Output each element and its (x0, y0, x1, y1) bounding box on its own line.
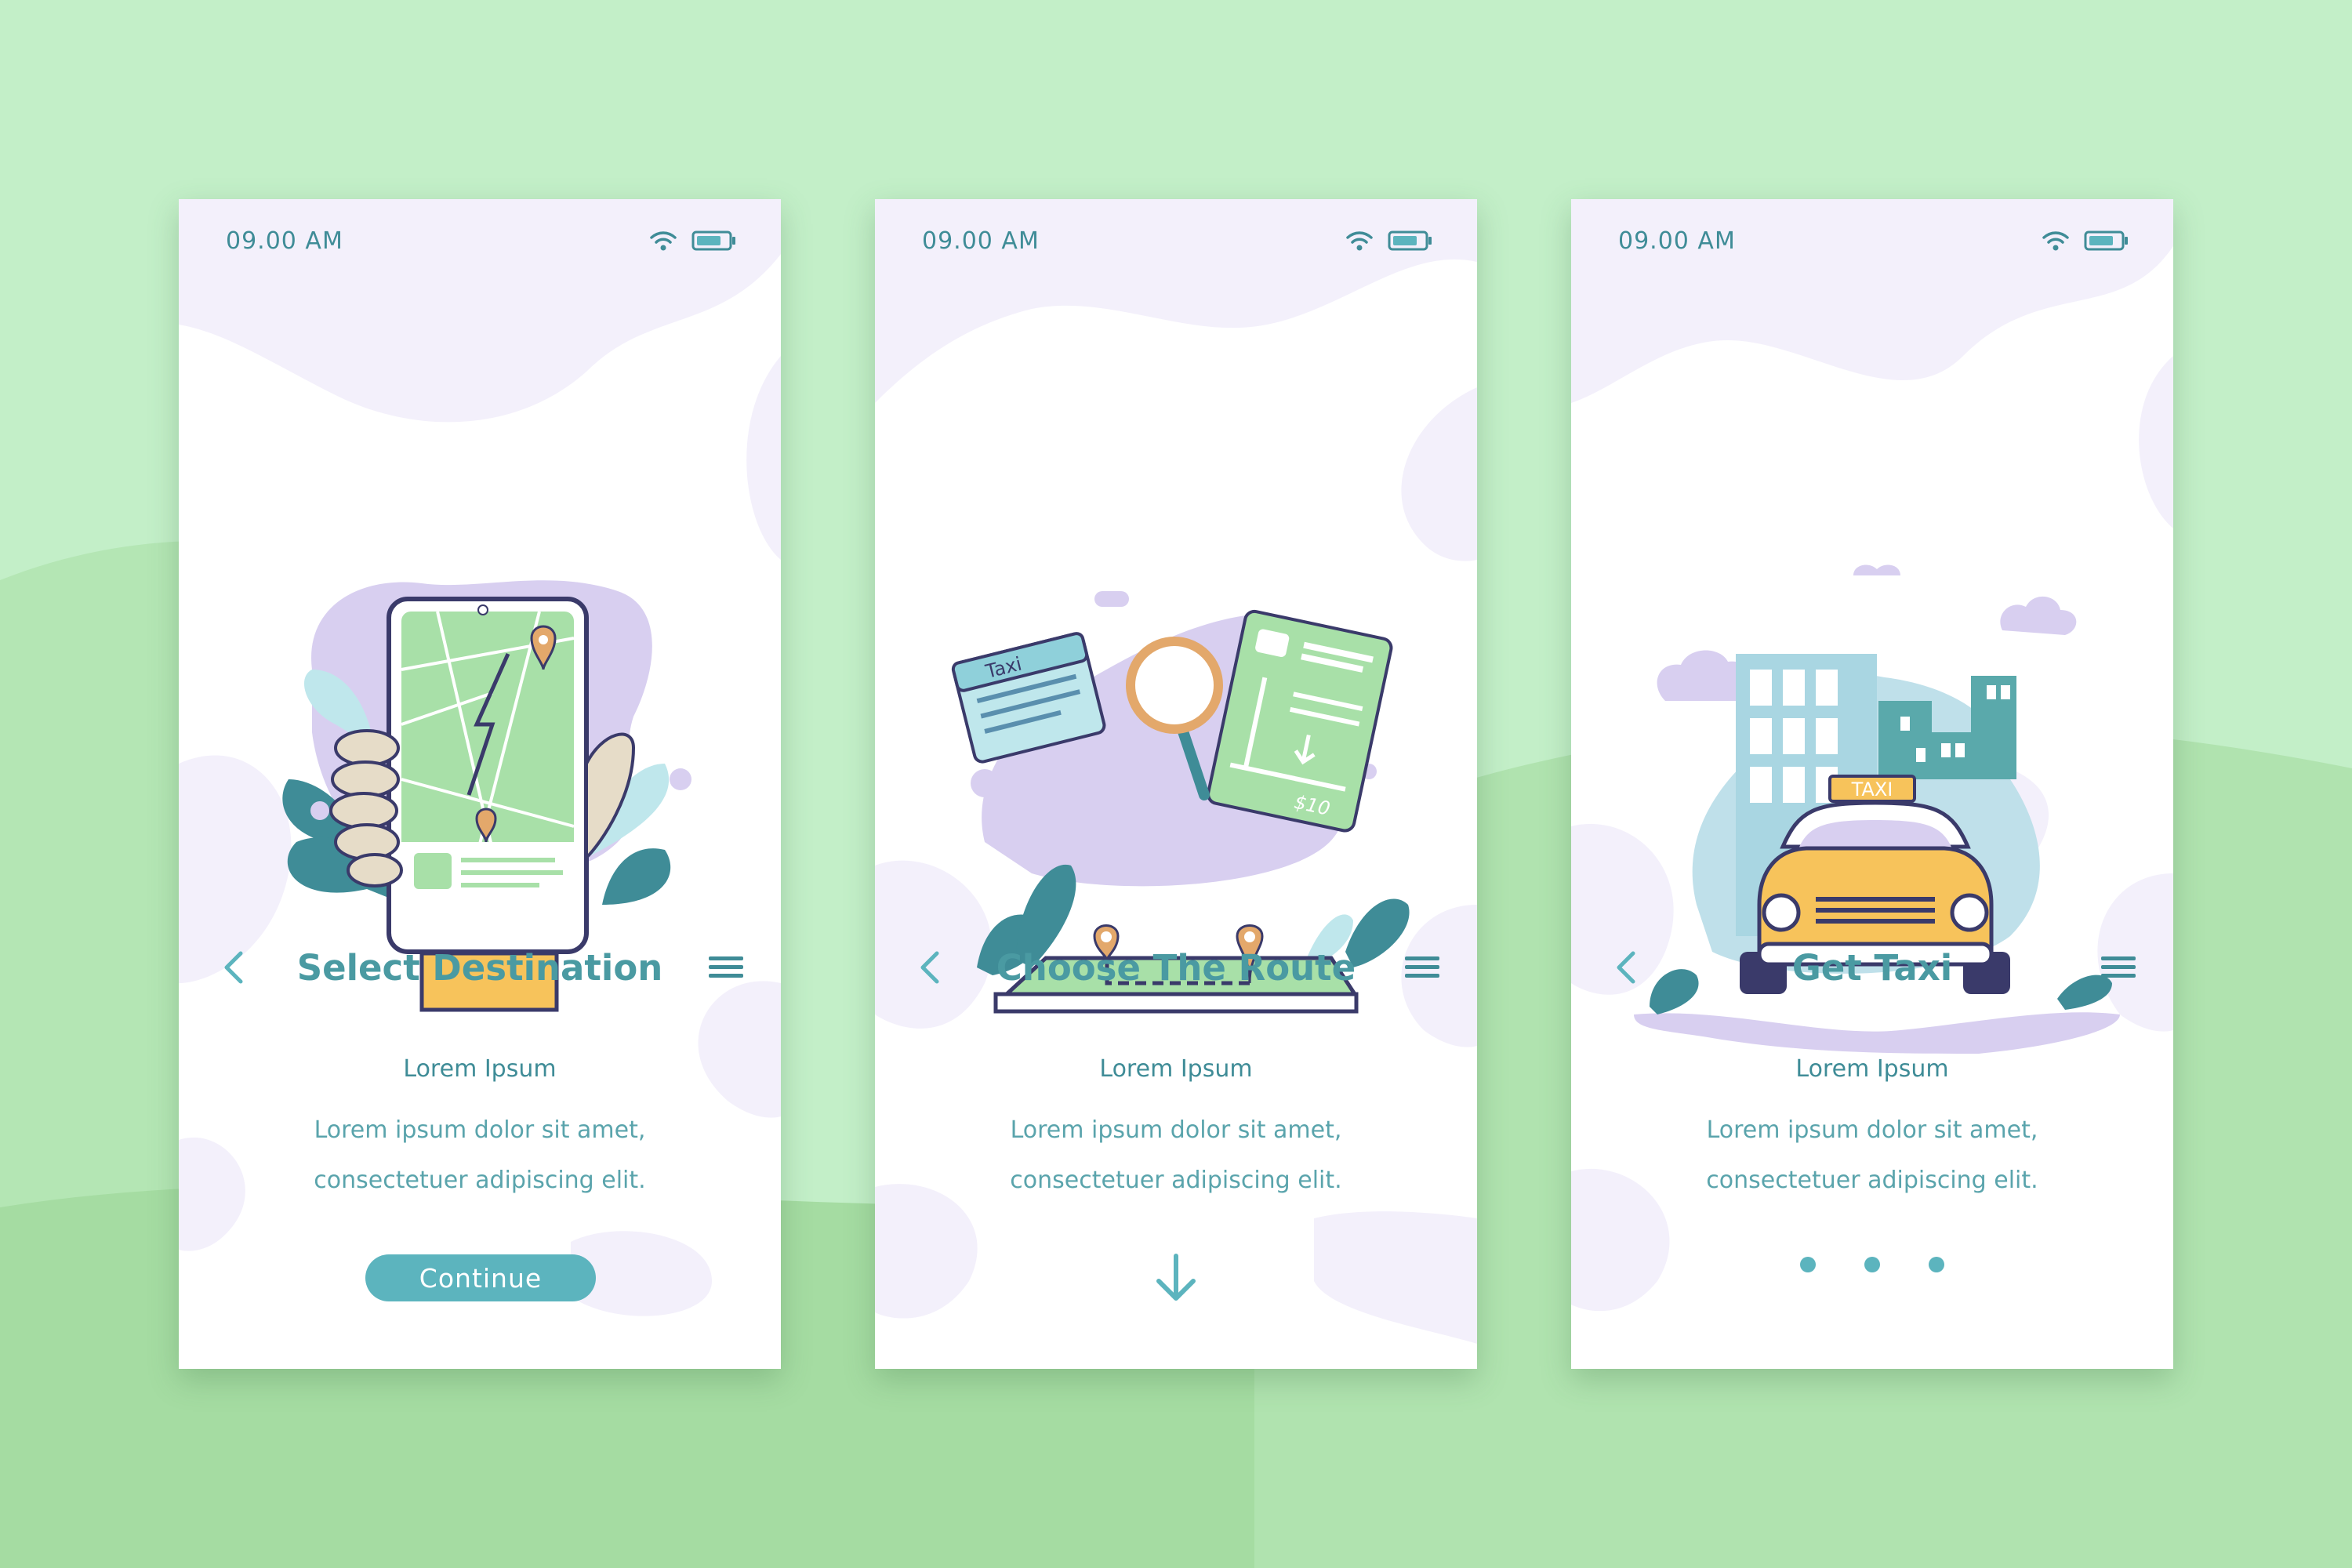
status-icons (1345, 230, 1433, 252)
description-line-2: consectetuer adipiscing elit. (314, 1167, 646, 1194)
continue-button[interactable]: Continue (365, 1254, 596, 1301)
description-line-2: consectetuer adipiscing elit. (1010, 1167, 1342, 1194)
menu-button[interactable] (2095, 944, 2142, 991)
pagination-dot-3[interactable] (1929, 1257, 1944, 1272)
status-icons (2042, 230, 2129, 252)
status-bar: 09.00 AM (226, 221, 737, 260)
subtitle: Lorem Ipsum (1099, 1055, 1253, 1083)
menu-button[interactable] (702, 944, 750, 991)
menu-button[interactable] (1399, 944, 1446, 991)
back-button[interactable] (906, 944, 953, 991)
status-time: 09.00 AM (226, 227, 343, 255)
page-title: Choose The Route (996, 946, 1356, 989)
chevron-left-icon (224, 951, 243, 984)
hamburger-menu-icon (2101, 956, 2136, 978)
pagination-dots (1571, 1257, 2173, 1272)
navigation-bar: Choose The Route (906, 936, 1446, 999)
hamburger-menu-icon (1405, 956, 1439, 978)
navigation-bar: Select Destination (210, 936, 750, 999)
next-down-button[interactable] (1145, 1247, 1207, 1309)
description-line-2: consectetuer adipiscing elit. (1706, 1167, 2038, 1194)
status-bar: 09.00 AM (1618, 221, 2129, 260)
battery-icon (2084, 230, 2128, 251)
page-title: Get Taxi (1791, 946, 1953, 989)
wifi-icon (1346, 231, 1373, 251)
pagination-dot-2[interactable] (1864, 1257, 1880, 1272)
hamburger-menu-icon (709, 956, 743, 978)
pagination-dot-1[interactable] (1800, 1257, 1816, 1272)
status-bar: 09.00 AM (922, 221, 1433, 260)
subtitle: Lorem Ipsum (403, 1055, 557, 1083)
status-time: 09.00 AM (922, 227, 1040, 255)
onboarding-screen-get-taxi: 09.00 AM TAXI Get Taxi Lorem Ipsum Lorem… (1571, 199, 2173, 1369)
battery-icon (691, 230, 735, 251)
chevron-left-icon (1617, 951, 1635, 984)
status-icons (649, 230, 737, 252)
description: Lorem ipsum dolor sit amet, consectetuer… (179, 1105, 781, 1206)
description-line-1: Lorem ipsum dolor sit amet, (1010, 1116, 1342, 1144)
arrow-down-icon (1156, 1254, 1196, 1301)
onboarding-screen-select-destination: 09.00 AM Select Destination Lorem Ipsum … (179, 199, 781, 1369)
subtitle: Lorem Ipsum (1795, 1055, 1949, 1083)
chevron-left-icon (920, 951, 939, 984)
page-title: Select Destination (296, 946, 663, 989)
status-time: 09.00 AM (1618, 227, 1736, 255)
description-line-1: Lorem ipsum dolor sit amet, (314, 1116, 646, 1144)
onboarding-screen-choose-route: 09.00 AM Taxi $10 Choose The Route Lorem… (875, 199, 1477, 1369)
taxi-roof-sign: TAXI (1851, 779, 1893, 800)
description: Lorem ipsum dolor sit amet, consectetuer… (875, 1105, 1477, 1206)
back-button[interactable] (1602, 944, 1650, 991)
wifi-icon (650, 231, 677, 251)
description: Lorem ipsum dolor sit amet, consectetuer… (1571, 1105, 2173, 1206)
battery-icon (1388, 230, 1432, 251)
description-line-1: Lorem ipsum dolor sit amet, (1706, 1116, 2038, 1144)
back-button[interactable] (210, 944, 257, 991)
navigation-bar: Get Taxi (1602, 936, 2142, 999)
wifi-icon (2042, 231, 2069, 251)
